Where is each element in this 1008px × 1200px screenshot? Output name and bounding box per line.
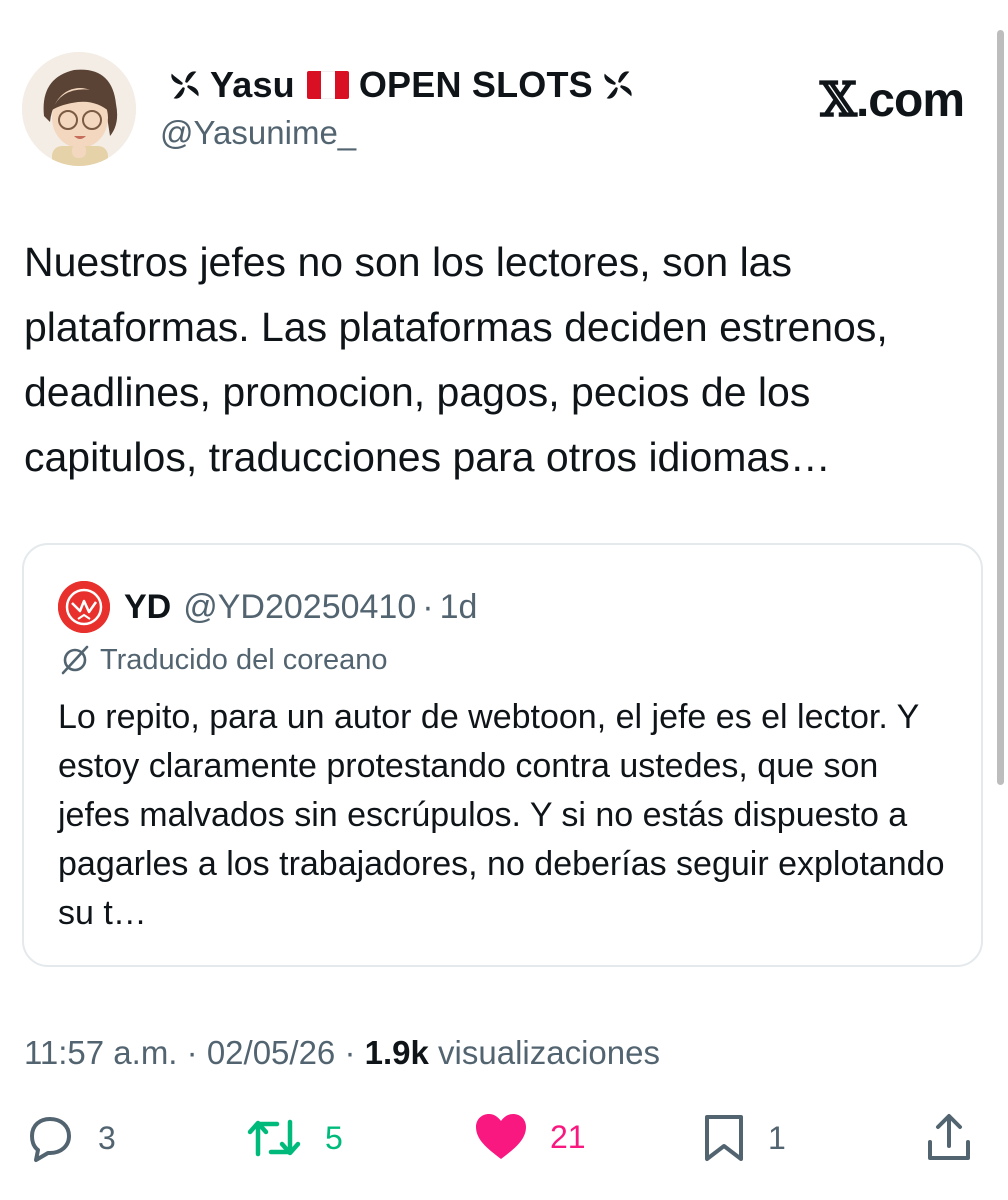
quote-author-name: YD <box>124 587 172 626</box>
reply-button[interactable]: 3 <box>24 1112 116 1164</box>
quote-header: YD @YD20250410 · 1d <box>58 581 477 633</box>
meta-separator: · <box>186 1034 198 1071</box>
bookmark-count: 1 <box>768 1119 786 1156</box>
tweet-date[interactable]: 02/05/26 <box>207 1034 335 1071</box>
bookmark-icon <box>705 1115 743 1161</box>
views-count: 1.9k <box>364 1034 429 1071</box>
author-name: Yasu <box>210 64 295 105</box>
author-name-suffix: OPEN SLOTS <box>358 64 593 105</box>
translated-indicator[interactable]: Traducido del coreano <box>58 643 388 677</box>
views-label: visualizaciones <box>438 1034 660 1071</box>
quote-author-handle: @YD20250410 <box>183 587 417 626</box>
share-icon <box>928 1114 970 1160</box>
x-logo-icon: 𝕏 <box>819 72 857 128</box>
action-bar: 3 5 21 1 <box>0 1112 1008 1172</box>
heart-icon <box>476 1114 526 1159</box>
author-name-row[interactable]: Yasu OPEN SLOTS <box>160 64 643 106</box>
reply-count: 3 <box>98 1119 116 1156</box>
like-button[interactable]: 21 <box>474 1112 586 1162</box>
scrollbar[interactable] <box>997 30 1004 785</box>
peru-flag-icon <box>306 71 349 99</box>
tweet-header: Yasu OPEN SLOTS @Yasunime_ 𝕏.com <box>22 52 972 172</box>
author-avatar[interactable] <box>22 52 136 166</box>
translate-globe-icon <box>61 645 89 675</box>
x-com-logo: 𝕏.com <box>819 72 965 128</box>
repost-count: 5 <box>325 1119 343 1156</box>
meta-separator: · <box>344 1034 356 1071</box>
pinwheel-icon <box>171 71 199 99</box>
tweet-meta: 11:57 a.m. · 02/05/26 · 1.9k visualizaci… <box>24 1034 660 1072</box>
pinwheel-icon <box>604 71 632 99</box>
quote-separator: · <box>422 587 434 626</box>
repost-icon <box>247 1119 301 1157</box>
author-handle[interactable]: @Yasunime_ <box>160 114 356 152</box>
reply-icon <box>30 1117 71 1162</box>
quoted-tweet[interactable]: YD @YD20250410 · 1d Traducido del corean… <box>22 543 983 967</box>
brand-domain: .com <box>855 74 965 127</box>
tweet-time[interactable]: 11:57 a.m. <box>24 1034 177 1071</box>
bookmark-button[interactable]: 1 <box>702 1112 786 1164</box>
repost-button[interactable]: 5 <box>245 1114 343 1162</box>
tweet-text: Nuestros jefes no son los lectores, son … <box>24 239 888 480</box>
quote-text: Lo repito, para un autor de webtoon, el … <box>58 698 945 932</box>
share-button[interactable] <box>924 1112 974 1164</box>
like-count: 21 <box>550 1118 586 1155</box>
quote-avatar <box>58 581 110 633</box>
quote-age: 1d <box>439 587 478 626</box>
translated-label: Traducido del coreano <box>100 643 388 676</box>
